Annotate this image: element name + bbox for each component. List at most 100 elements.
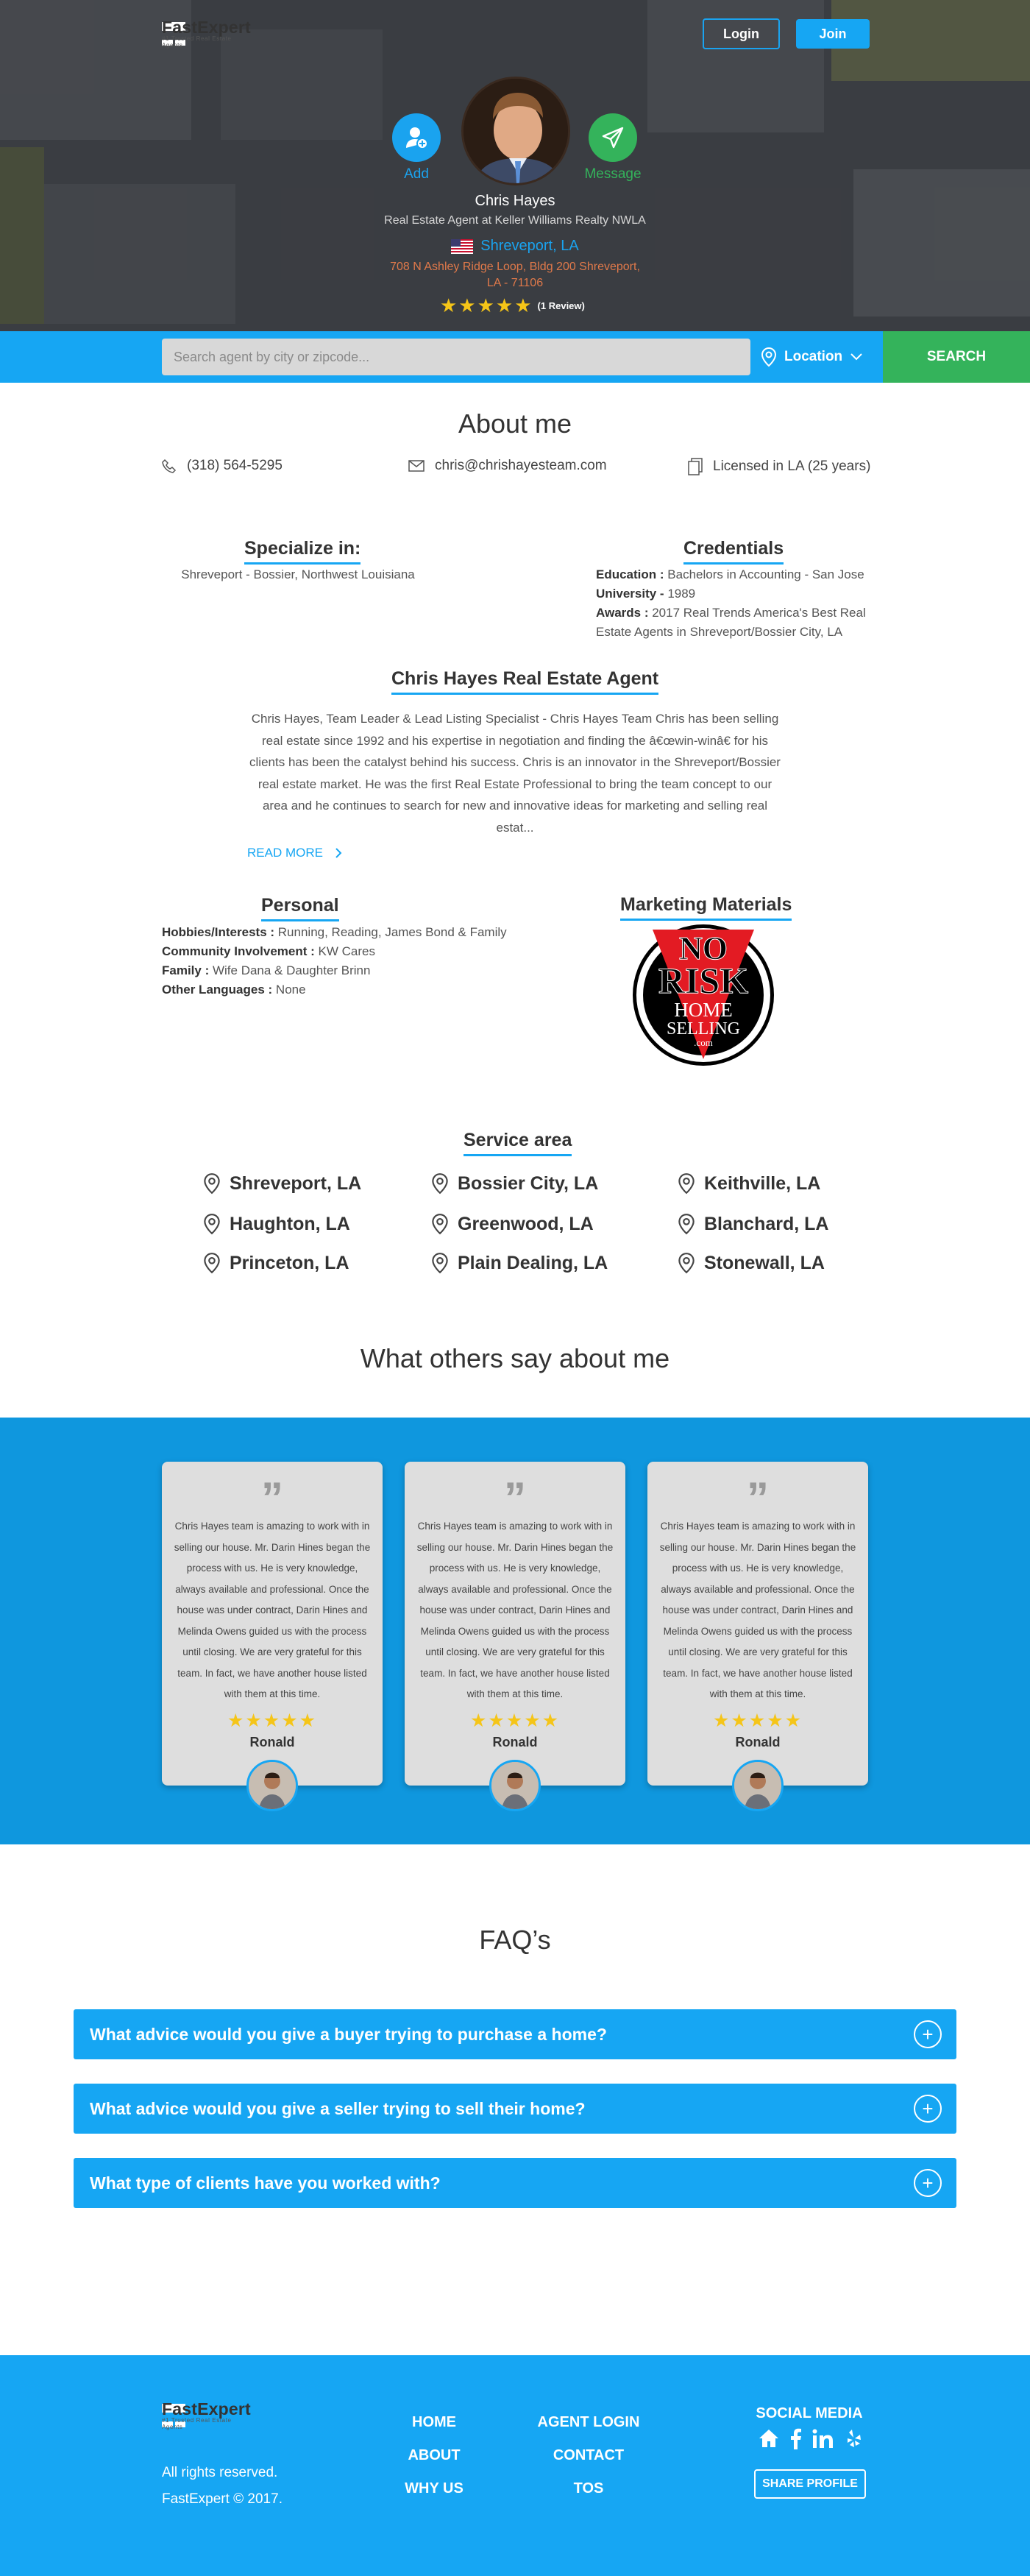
faq-item[interactable]: What type of clients have you worked wit…	[74, 2158, 956, 2208]
footer-link-about[interactable]: ABOUT	[390, 2447, 478, 2464]
specialize-title: Specialize in:	[244, 538, 361, 565]
read-more-label: READ MORE	[247, 846, 323, 860]
footer-link-contact[interactable]: CONTACT	[522, 2447, 655, 2464]
community-label: Community Involvement :	[162, 944, 315, 958]
education-value: Bachelors in Accounting - San Jose	[664, 567, 864, 581]
faq-item[interactable]: What advice would you give a seller tryi…	[74, 2084, 956, 2134]
rating-stars: ★★★★★	[440, 294, 533, 316]
email-address: chris@chrishayesteam.com	[435, 458, 607, 473]
footer-link-agent-login[interactable]: AGENT LOGIN	[522, 2414, 655, 2431]
rating-row: ★★★★★ (1 Review)	[440, 294, 585, 317]
share-profile-button[interactable]: SHARE PROFILE	[754, 2469, 866, 2499]
agent-name: Chris Hayes	[475, 193, 555, 209]
map-pin-icon	[678, 1253, 695, 1274]
brand-logo[interactable]: FastExpert #1 Trusted Real Estate Agents	[162, 19, 251, 49]
plus-circle-icon[interactable]: +	[914, 2169, 942, 2197]
location-dropdown[interactable]: Location	[761, 339, 871, 375]
bio-line: real estate market. He was the first Rea…	[258, 776, 772, 791]
city-name: Shreveport, LA	[230, 1172, 362, 1194]
message-button[interactable]	[589, 113, 637, 162]
map-pin-icon	[678, 1214, 695, 1235]
footer-brand: FastExpert	[162, 2399, 251, 2418]
service-city[interactable]: Greenwood, LA	[431, 1213, 594, 1235]
awards-label: Awards :	[596, 606, 649, 620]
city-name: Blanchard, LA	[704, 1213, 829, 1234]
map-pin-icon	[432, 1253, 448, 1274]
credentials-block: Education : Bachelors in Accounting - Sa…	[596, 565, 883, 642]
service-city[interactable]: Haughton, LA	[203, 1213, 350, 1235]
family-value: Wife Dana & Daughter Brinn	[209, 963, 371, 977]
service-city[interactable]: Plain Dealing, LA	[431, 1252, 608, 1274]
login-button[interactable]: Login	[703, 18, 780, 49]
city-name: Plain Dealing, LA	[458, 1252, 608, 1273]
plus-circle-icon[interactable]: +	[914, 2020, 942, 2048]
plus-circle-icon[interactable]: +	[914, 2095, 942, 2123]
service-city[interactable]: Bossier City, LA	[431, 1172, 598, 1195]
faq-item[interactable]: What advice would you give a buyer tryin…	[74, 2009, 956, 2059]
bio-line: Chris Hayes, Team Leader & Lead Listing …	[251, 712, 779, 726]
linkedin-icon[interactable]	[812, 2428, 834, 2449]
bio-line: estat...	[496, 820, 534, 835]
message-label[interactable]: Message	[569, 166, 657, 183]
search-input[interactable]	[162, 339, 750, 375]
footer-legal: All rights reserved. FastExpert © 2017.	[162, 2460, 283, 2513]
testimonial-text: Chris Hayes team is amazing to work with…	[174, 1521, 371, 1699]
footer-link-tos[interactable]: TOS	[522, 2480, 655, 2497]
service-city[interactable]: Keithville, LA	[678, 1172, 820, 1195]
search-button[interactable]: SEARCH	[883, 331, 1030, 383]
footer-logo[interactable]: FastExpert #1 Trusted Real Estate Agents	[162, 2401, 251, 2430]
review-count[interactable]: (1 Review)	[538, 300, 585, 311]
testimonial-stars: ★★★★★	[469, 1710, 561, 1731]
service-city[interactable]: Stonewall, LA	[678, 1252, 825, 1274]
faq-question: What type of clients have you worked wit…	[90, 2173, 441, 2193]
chevron-down-icon	[850, 353, 862, 361]
languages-label: Other Languages :	[162, 983, 273, 997]
service-city[interactable]: Shreveport, LA	[203, 1172, 361, 1195]
read-more-link[interactable]: READ MORE	[247, 846, 342, 860]
city-name: Bossier City, LA	[458, 1172, 599, 1194]
agent-location-row: Shreveport, LA	[294, 238, 736, 255]
facebook-icon[interactable]	[790, 2427, 802, 2449]
about-heading: About me	[458, 408, 572, 439]
map-pin-icon	[204, 1253, 220, 1274]
map-pin-icon	[204, 1214, 220, 1235]
phone-number: (318) 564-5295	[187, 458, 283, 473]
map-pin-icon	[432, 1173, 448, 1195]
testimonial-card: ” Chris Hayes team is amazing to work wi…	[162, 1462, 383, 1811]
add-label[interactable]: Add	[372, 166, 461, 183]
brand-tagline: #1 Trusted Real Estate Agents	[162, 35, 232, 49]
bio-line: area and he continues to search for new …	[262, 799, 768, 813]
add-button[interactable]	[392, 113, 441, 162]
location-label: Location	[784, 349, 843, 364]
logo-word-home: HOME	[674, 999, 733, 1021]
address-line-1: 708 N Ashley Ridge Loop, Bldg 200 Shreve…	[390, 261, 640, 273]
family-label: Family :	[162, 963, 210, 977]
bio-line: clients has been the catalyst behind his…	[249, 755, 781, 769]
city-name: Greenwood, LA	[458, 1213, 594, 1234]
bio-text: Chris Hayes, Team Leader & Lead Listing …	[221, 708, 809, 838]
marketing-title: Marketing Materials	[620, 894, 792, 921]
join-button[interactable]: Join	[796, 19, 870, 49]
email-contact[interactable]: chris@chrishayesteam.com	[408, 458, 607, 474]
no-risk-logo[interactable]: NO RISK HOME SELLING .com	[633, 924, 774, 1066]
address-line-2: LA - 71106	[486, 277, 544, 289]
mail-icon	[408, 460, 425, 472]
footer-link-home[interactable]: HOME	[390, 2414, 478, 2431]
map-pin-icon	[761, 347, 777, 367]
license-info: Licensed in LA (25 years)	[688, 458, 870, 475]
yelp-icon[interactable]	[845, 2428, 862, 2449]
faq-question: What advice would you give a buyer tryin…	[90, 2024, 607, 2044]
hobbies-label: Hobbies/Interests :	[162, 925, 275, 939]
reviewer-avatar	[732, 1760, 784, 1811]
reviewer-name: Ronald	[735, 1734, 781, 1749]
awards-value-2: Estate Agents in Shreveport/Bossier City…	[596, 625, 843, 639]
bio-title: Chris Hayes Real Estate Agent	[391, 668, 659, 695]
service-city[interactable]: Princeton, LA	[203, 1252, 349, 1274]
footer-link-why-us[interactable]: WHY US	[390, 2480, 478, 2497]
home-icon[interactable]	[758, 2428, 780, 2449]
service-city[interactable]: Blanchard, LA	[678, 1213, 828, 1235]
agent-photo	[464, 79, 568, 183]
social-icons	[758, 2427, 862, 2449]
agent-location[interactable]: Shreveport, LA	[480, 238, 578, 255]
phone-contact[interactable]: (318) 564-5295	[162, 458, 283, 474]
